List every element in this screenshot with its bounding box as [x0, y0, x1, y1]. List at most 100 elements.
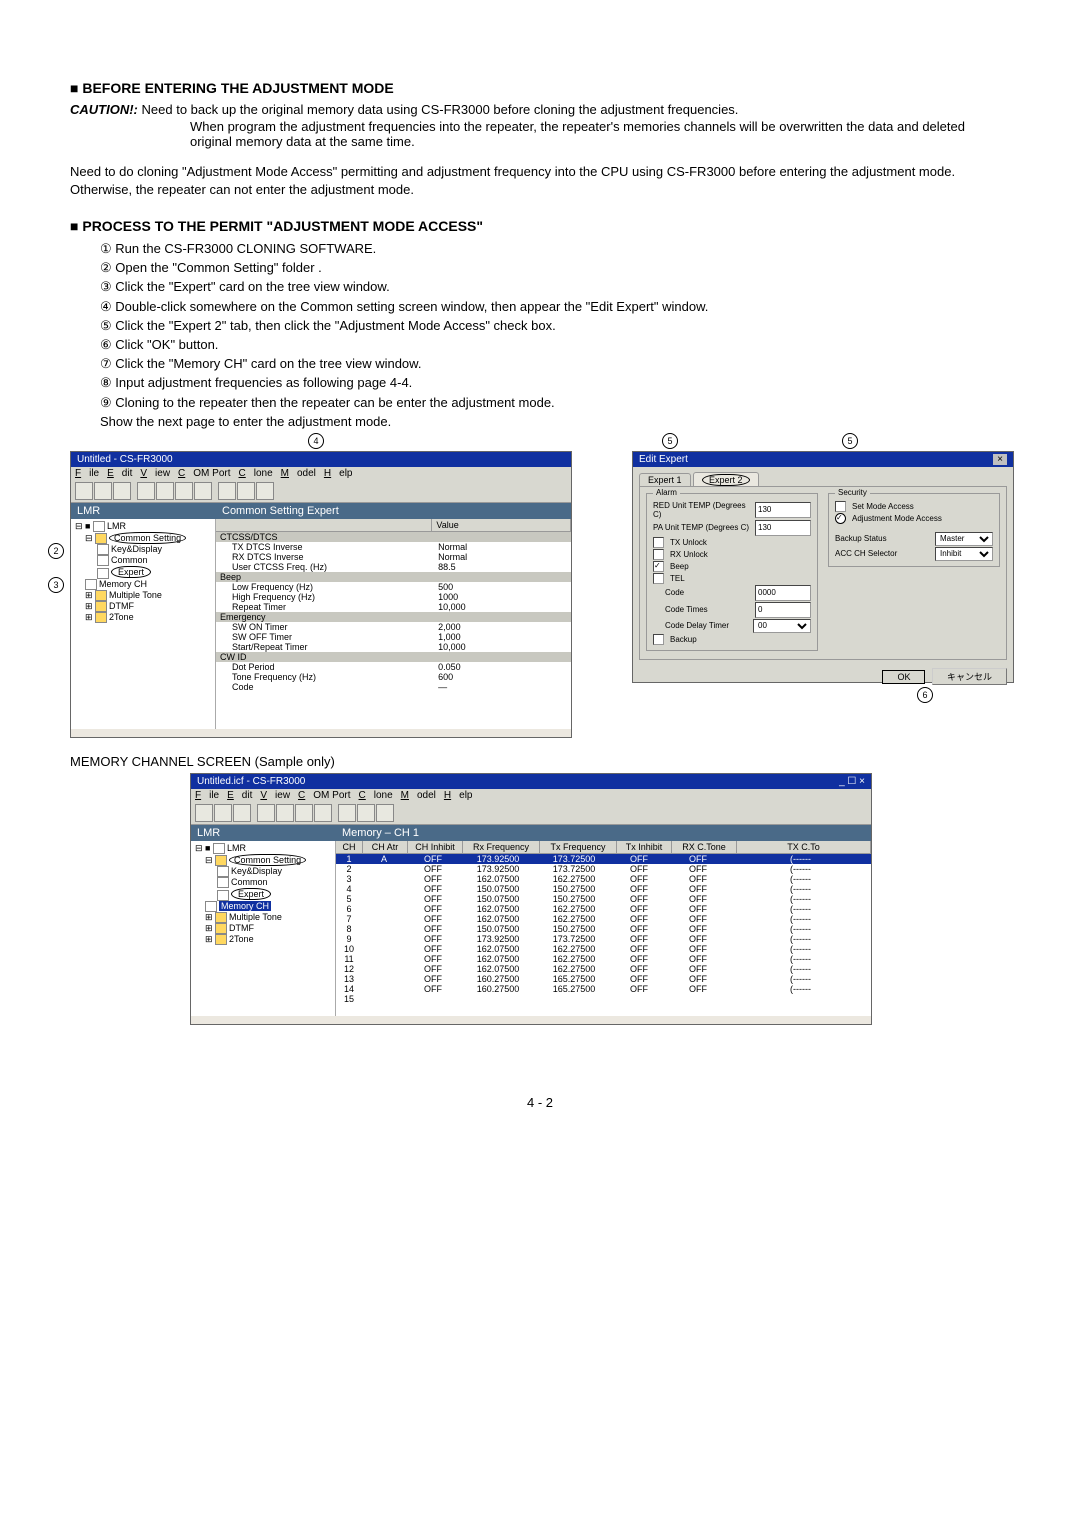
pa-temp-input[interactable]	[755, 520, 811, 536]
tab-expert-1[interactable]: Expert 1	[639, 473, 691, 486]
window-titlebar: Untitled - CS-FR3000	[71, 452, 571, 467]
caution-text-2: When program the adjustment frequencies …	[190, 119, 1010, 149]
tree-item-memory-ch[interactable]: Memory CH	[195, 901, 331, 912]
menu-edit[interactable]: Edit	[107, 468, 132, 479]
adjustment-mode-access-checkbox[interactable]	[835, 513, 846, 524]
callout-5b: 5	[842, 433, 858, 449]
menu-help[interactable]: Help	[444, 790, 473, 801]
tree-item-dtmf[interactable]: ⊞ DTMF	[195, 923, 331, 934]
tree-item-common-setting[interactable]: ⊟ Common Setting	[75, 532, 211, 544]
memory-channel-grid[interactable]: CHCH AtrCH InhibitRx FrequencyTx Frequen…	[336, 841, 871, 1016]
code-times-input[interactable]	[755, 602, 811, 618]
menu-com-port[interactable]: COM Port	[178, 468, 230, 479]
banner-bar-mem: LMR Memory – CH 1	[191, 825, 871, 841]
intro-paragraph: Need to do cloning "Adjustment Mode Acce…	[70, 163, 1010, 198]
screenshot-cloning-software: Untitled - CS-FR3000 File Edit View COM Por…	[70, 451, 572, 738]
tree-item-2tone[interactable]: ⊞ 2Tone	[195, 934, 331, 945]
tree-view[interactable]: ⊟ ■ LMR⊟ Common SettingKey&DisplayCommon…	[71, 519, 216, 729]
menu-view[interactable]: View	[260, 790, 290, 801]
menu-help[interactable]: Help	[324, 468, 353, 479]
menu-view[interactable]: View	[140, 468, 170, 479]
beep-checkbox[interactable]	[653, 561, 664, 572]
toolbar-mem[interactable]	[191, 802, 871, 825]
menubar-mem[interactable]: File Edit View COM Port Clone Model Help	[191, 789, 871, 802]
step-item: ④ Double-click somewhere on the Common s…	[100, 298, 1010, 316]
tree-item-common[interactable]: Common	[195, 877, 331, 888]
ok-button[interactable]: OK	[882, 670, 925, 684]
page-number: 4 - 2	[70, 1095, 1010, 1110]
tab-strip[interactable]: Expert 1 Expert 2	[633, 467, 1013, 486]
menu-file[interactable]: File	[195, 790, 219, 801]
cancel-button[interactable]: キャンセル	[932, 668, 1007, 685]
code-delay-timer-select[interactable]: 00	[753, 619, 811, 633]
tx-unlock-checkbox[interactable]	[653, 537, 664, 548]
tree-item-expert[interactable]: Expert	[75, 566, 211, 578]
tree-item-lmr[interactable]: ⊟ ■ LMR	[195, 843, 331, 854]
tree-view-mem[interactable]: ⊟ ■ LMR⊟ Common SettingKey&DisplayCommon…	[191, 841, 336, 1016]
memory-row[interactable]: 14OFF160.27500165.27500OFFOFF(------	[336, 984, 871, 994]
memory-row[interactable]: 12OFF162.07500162.27500OFFOFF(------	[336, 964, 871, 974]
menu-com-port[interactable]: COM Port	[298, 790, 350, 801]
caution-label: CAUTION!:	[70, 102, 138, 117]
red-temp-input[interactable]	[755, 502, 811, 518]
memory-row[interactable]: 8OFF150.07500150.27500OFFOFF(------	[336, 924, 871, 934]
menu-model[interactable]: Model	[281, 468, 316, 479]
tree-item-multiple-tone[interactable]: ⊞ Multiple Tone	[75, 590, 211, 601]
tree-item-expert[interactable]: Expert	[195, 888, 331, 900]
memory-row[interactable]: 15	[336, 994, 871, 1004]
menu-edit[interactable]: Edit	[227, 790, 252, 801]
step-item: ⑧ Input adjustment frequencies as follow…	[100, 374, 1010, 392]
menu-model[interactable]: Model	[401, 790, 436, 801]
tree-item-2tone[interactable]: ⊞ 2Tone	[75, 612, 211, 623]
backup-checkbox[interactable]	[653, 634, 664, 645]
dialog-titlebar: Edit Expert ×	[633, 452, 1013, 467]
memory-row[interactable]: 6OFF162.07500162.27500OFFOFF(------	[336, 904, 871, 914]
close-icon[interactable]: ×	[993, 454, 1007, 465]
memory-row[interactable]: 9OFF173.92500173.72500OFFOFF(------	[336, 934, 871, 944]
callout-4: 4	[308, 433, 324, 449]
tree-item-memory-ch[interactable]: Memory CH	[75, 579, 211, 590]
step-item: ② Open the "Common Setting" folder .	[100, 259, 1010, 277]
memory-row[interactable]: 3OFF162.07500162.27500OFFOFF(------	[336, 874, 871, 884]
code-input[interactable]	[755, 585, 811, 601]
memory-row[interactable]: 7OFF162.07500162.27500OFFOFF(------	[336, 914, 871, 924]
set-mode-access-checkbox[interactable]	[835, 501, 846, 512]
menu-clone[interactable]: Clone	[239, 468, 273, 479]
menu-file[interactable]: File	[75, 468, 99, 479]
step-item: ⑤ Click the "Expert 2" tab, then click t…	[100, 317, 1010, 335]
memory-row[interactable]: 5OFF150.07500150.27500OFFOFF(------	[336, 894, 871, 904]
step-item: ⑥ Click "OK" button.	[100, 336, 1010, 354]
memory-row[interactable]: 4OFF150.07500150.27500OFFOFF(------	[336, 884, 871, 894]
tree-item-dtmf[interactable]: ⊞ DTMF	[75, 601, 211, 612]
tree-item-key-display[interactable]: Key&Display	[75, 544, 211, 555]
section-heading-1: BEFORE ENTERING THE ADJUSTMENT MODE	[70, 80, 1010, 96]
window-controls[interactable]: _ ☐ ×	[839, 776, 865, 787]
memory-row[interactable]: 13OFF160.27500165.27500OFFOFF(------	[336, 974, 871, 984]
tree-item-multiple-tone[interactable]: ⊞ Multiple Tone	[195, 912, 331, 923]
memory-screen-caption: MEMORY CHANNEL SCREEN (Sample only)	[70, 754, 1010, 769]
callout-5a: 5	[662, 433, 678, 449]
menu-clone[interactable]: Clone	[359, 790, 393, 801]
acc-ch-select[interactable]: Inhibit	[935, 547, 993, 561]
tab-expert-2[interactable]: Expert 2	[693, 472, 759, 487]
step-item: ① Run the CS-FR3000 CLONING SOFTWARE.	[100, 240, 1010, 258]
toolbar[interactable]	[71, 480, 571, 503]
tree-item-key-display[interactable]: Key&Display	[195, 866, 331, 877]
caution-line: CAUTION!: Need to back up the original m…	[70, 102, 1010, 117]
memory-row[interactable]: 11OFF162.07500162.27500OFFOFF(------	[336, 954, 871, 964]
tree-item-lmr[interactable]: ⊟ ■ LMR	[75, 521, 211, 532]
tree-item-common-setting[interactable]: ⊟ Common Setting	[195, 854, 331, 866]
tel-checkbox[interactable]	[653, 573, 664, 584]
memory-row[interactable]: 10OFF162.07500162.27500OFFOFF(------	[336, 944, 871, 954]
section-heading-2: PROCESS TO THE PERMIT "ADJUSTMENT MODE A…	[70, 218, 1010, 234]
group-alarm: Alarm RED Unit TEMP (Degrees C) PA Unit …	[646, 493, 818, 651]
backup-status-select[interactable]: Master	[935, 532, 993, 546]
memory-row[interactable]: 2OFF173.92500173.72500OFFOFF(------	[336, 864, 871, 874]
banner-bar: LMR Common Setting Expert	[71, 503, 571, 519]
step-item: Show the next page to enter the adjustme…	[100, 413, 1010, 431]
rx-unlock-checkbox[interactable]	[653, 549, 664, 560]
memory-row[interactable]: 1AOFF173.92500173.72500OFFOFF(------	[336, 854, 871, 864]
menubar[interactable]: File Edit View COM Port Clone Model Help	[71, 467, 571, 480]
settings-grid[interactable]: Value CTCSS/DTCSTX DTCS InverseNormalRX …	[216, 519, 571, 729]
tree-item-common[interactable]: Common	[75, 555, 211, 566]
